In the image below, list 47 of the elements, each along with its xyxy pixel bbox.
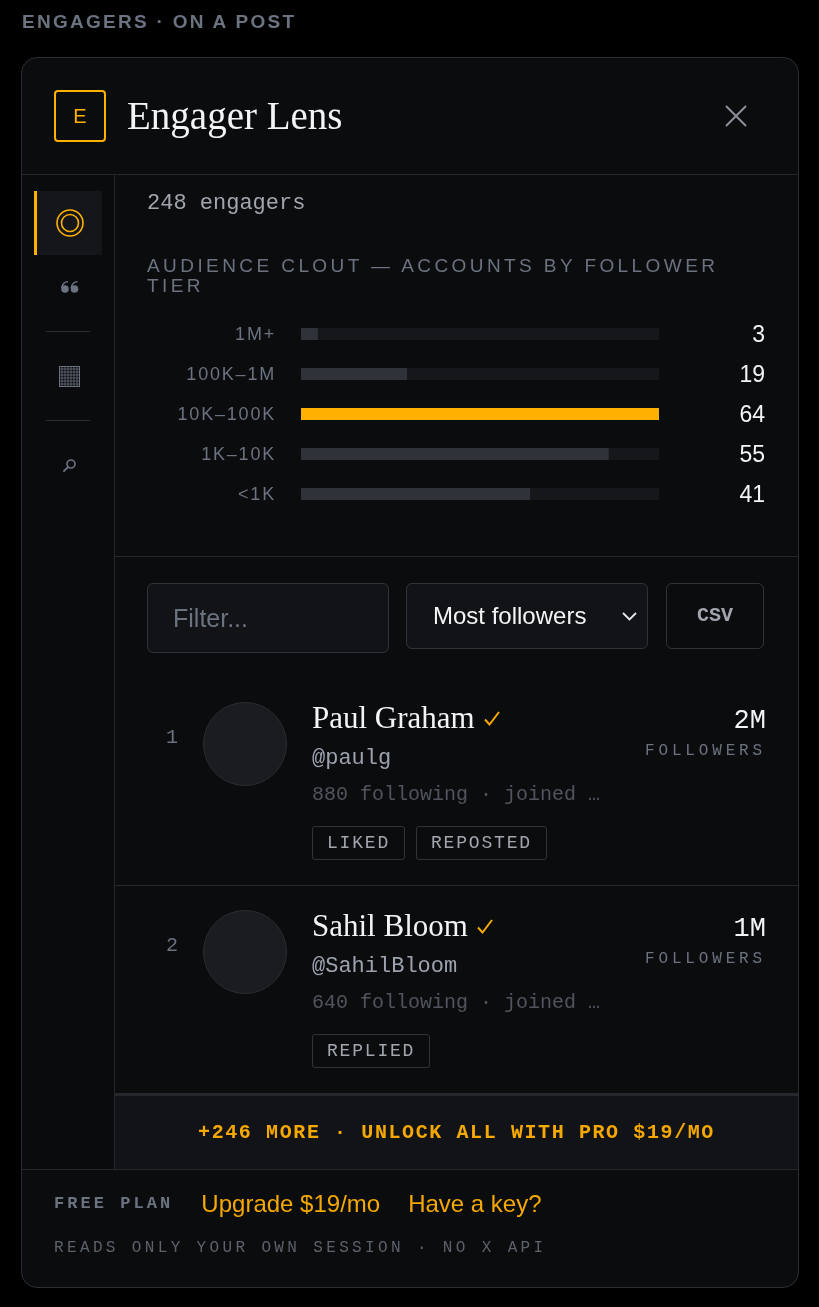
rank-number: 2 [165, 933, 179, 959]
tier-count: 19 [739, 359, 765, 389]
page-caption: ENGAGERS · ON A POST [22, 10, 297, 34]
privacy-note: READS ONLY YOUR OWN SESSION · NO X API [54, 1238, 547, 1258]
quote-icon [60, 281, 79, 293]
csv-button[interactable]: CSV [666, 583, 764, 649]
footer-link[interactable]: Upgrade $19/mo [201, 1186, 381, 1222]
follower-count: 1M [733, 913, 766, 946]
search-icon [63, 458, 76, 472]
engager-meta: 880 following · joined … [312, 782, 601, 808]
followers-label: FOLLOWERS [645, 949, 766, 969]
rank-number: 1 [165, 725, 179, 751]
sidebar-tab[interactable] [34, 191, 102, 255]
plan-label: FREE PLAN [54, 1193, 174, 1216]
target-icon [55, 209, 84, 237]
engager-name: Paul Graham [312, 700, 475, 736]
chart-title: AUDIENCE CLOUT — ACCOUNTS BY FOLLOWER TIER [147, 256, 720, 296]
tier-count: 64 [739, 399, 765, 429]
close-button[interactable] [725, 105, 747, 127]
tier-count: 41 [739, 479, 765, 509]
tier-label: 1K–10K [201, 442, 276, 466]
tier-bar [301, 328, 318, 340]
footer-link[interactable]: Have a key? [408, 1186, 542, 1222]
tier-count: 55 [739, 439, 765, 469]
tier-count: 3 [752, 319, 765, 349]
logo-mark: E [54, 90, 106, 142]
engager-handle: @paulg [312, 745, 392, 773]
engagement-tag: LIKED [312, 826, 405, 860]
followers-label: FOLLOWERS [645, 741, 766, 761]
engagement-tag: REPOSTED [416, 826, 547, 860]
tier-label: 1M+ [235, 322, 276, 346]
tier-label: <1K [238, 482, 276, 506]
app-title: Engager Lens [127, 94, 343, 138]
engagement-tag: REPLIED [312, 1034, 431, 1068]
sort-dropdown[interactable]: Most followers [406, 583, 648, 649]
close-icon [725, 105, 747, 127]
engager-meta: 640 following · joined … [312, 990, 601, 1016]
unlock-banner[interactable]: +246 MORE · UNLOCK ALL WITH PRO $19/MO [115, 1093, 798, 1169]
tier-label: 100K–1M [186, 362, 276, 386]
filter-input[interactable]: Filter... [147, 583, 389, 653]
follower-count: 2M [733, 705, 766, 738]
chevron-down-icon [622, 611, 637, 621]
engager-count: 248 engagers [147, 190, 306, 218]
engager-handle: @SahilBloom [312, 953, 458, 981]
grid-icon [59, 365, 80, 387]
tier-label: 10K–100K [177, 402, 276, 426]
engager-name: Sahil Bloom [312, 908, 468, 944]
